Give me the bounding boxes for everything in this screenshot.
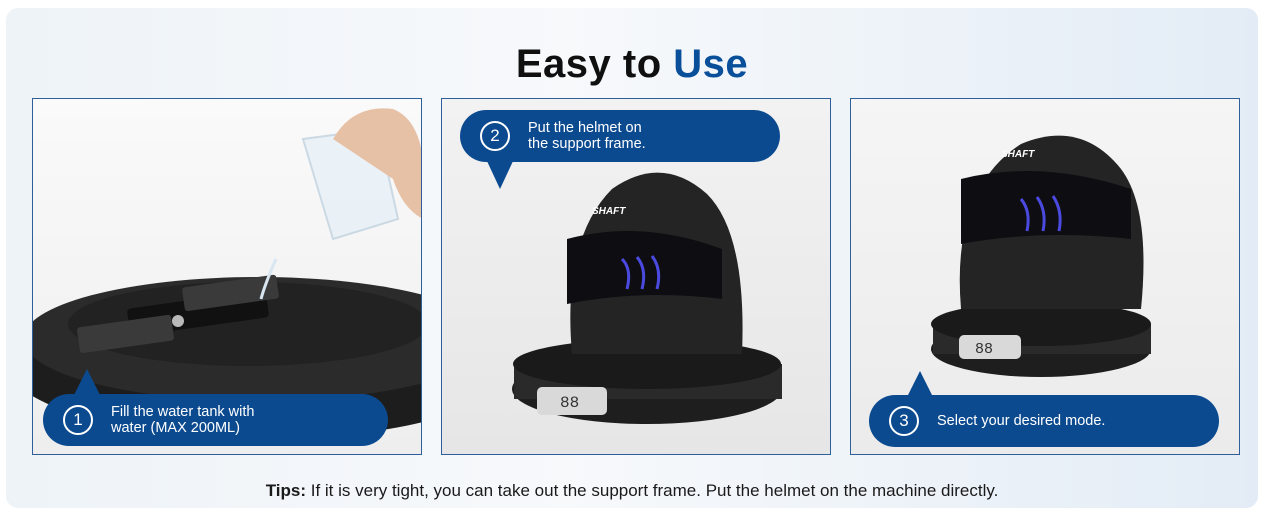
- section-title: Easy to Use: [6, 42, 1258, 87]
- display-reading: 88: [975, 341, 993, 358]
- title-main: Easy to: [515, 42, 662, 86]
- step-number-badge: 2: [480, 121, 510, 151]
- step-1-bubble: 1 Fill the water tank with water (MAX 20…: [43, 394, 388, 446]
- step-2-bubble: 2 Put the helmet on the support frame.: [460, 110, 780, 162]
- display-reading: 88: [560, 394, 579, 412]
- helmet-logo: SHAFT: [592, 206, 626, 217]
- step-2-text: Put the helmet on the support frame.: [528, 120, 646, 152]
- easy-to-use-card: Easy to Use 1 Fill the water tank with w…: [6, 8, 1258, 508]
- step-number-badge: 1: [63, 405, 93, 435]
- step-1-panel: 1 Fill the water tank with water (MAX 20…: [32, 98, 422, 455]
- step-2-panel: 88 SHAFT 2 Put the helmet on the support…: [441, 98, 831, 455]
- step-3-panel: 88 SHAFT 3 Select your desired mode.: [850, 98, 1240, 455]
- step-3-text: Select your desired mode.: [937, 413, 1106, 429]
- helmet-logo: SHAFT: [1001, 149, 1035, 160]
- tips-body: If it is very tight, you can take out th…: [306, 481, 999, 500]
- bubble-pointer: [73, 369, 101, 397]
- step-number-badge: 3: [889, 406, 919, 436]
- tips-text: Tips: If it is very tight, you can take …: [6, 481, 1258, 501]
- step-3-bubble: 3 Select your desired mode.: [869, 395, 1219, 447]
- bubble-pointer: [486, 159, 514, 189]
- tips-label: Tips:: [265, 481, 306, 500]
- step-1-text: Fill the water tank with water (MAX 200M…: [111, 404, 255, 436]
- title-accent: Use: [673, 42, 749, 86]
